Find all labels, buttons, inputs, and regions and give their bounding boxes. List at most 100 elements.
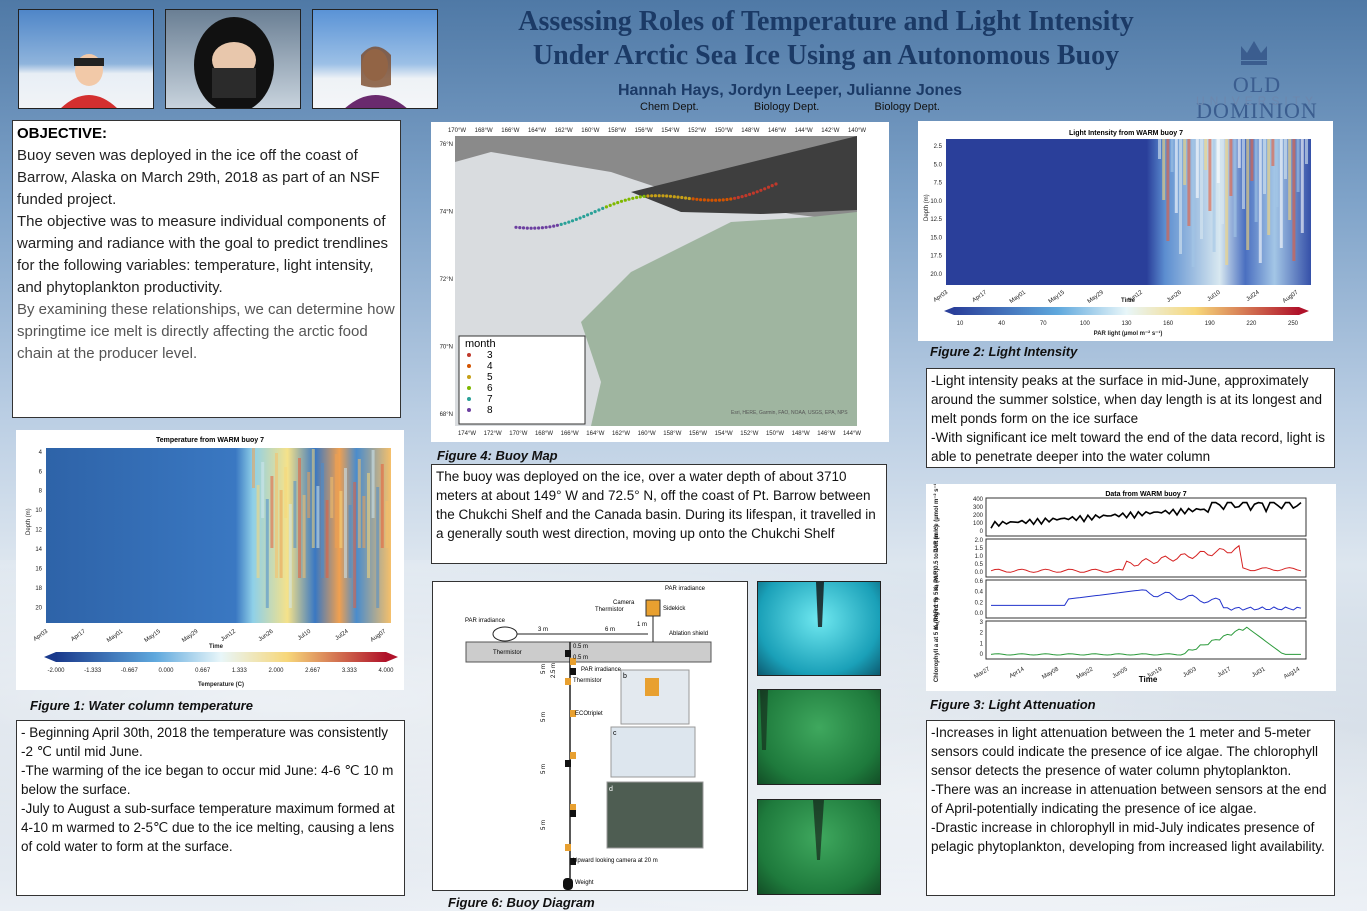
fig1-stripe-13 — [311, 449, 315, 548]
label-par-top: PAR irradiance — [665, 586, 706, 592]
fig2-ytick-3: 10.0 — [930, 199, 942, 205]
map-top-tick-2: 166°W — [501, 128, 519, 134]
label-camera20: Upward looking camera at 20 m — [573, 858, 658, 864]
fig2-stripe-31 — [1288, 139, 1292, 220]
map-top-tick-0: 170°W — [448, 128, 466, 134]
map-track-point-59 — [552, 224, 556, 228]
fig2-ytick-4: 12.5 — [930, 217, 942, 223]
label-ablation: Ablation shield — [669, 631, 708, 637]
map-left-tick-4: 68°N — [440, 412, 453, 418]
label-par-mid: PAR irradiance — [581, 667, 622, 673]
map-track-point-61 — [544, 225, 548, 229]
fig1-xtick-4: May29 — [181, 628, 200, 644]
fig1-stripe-4 — [270, 476, 274, 548]
map-credit: Esri, HERE, Garmin, FAO, NOAA, USGS, EPA… — [731, 410, 848, 416]
fig3-panel-1 — [985, 538, 1307, 578]
fig2-ytick-5: 15.0 — [930, 235, 942, 241]
buoy-schematic: PAR irradiance Thermistor 3 m 6 m Camera… — [465, 586, 712, 890]
map-track-point-21 — [695, 197, 699, 201]
fig2-stripe-17 — [1229, 139, 1233, 196]
map-bottom-tick-13: 148°W — [792, 431, 810, 437]
fig1-ytick-1: 6 — [39, 469, 43, 475]
map-track-point-30 — [661, 194, 665, 198]
fig1-stripe-5 — [275, 453, 278, 578]
buoy-sensor-5 — [570, 752, 576, 759]
map-legend-title: month — [465, 338, 496, 350]
map-top-tick-3: 164°W — [528, 128, 546, 134]
figure-2-plot: Light Intensity from WARM buoy 7 Depth (… — [918, 121, 1333, 341]
map-track-point-65 — [529, 226, 533, 230]
figure-3-plot: Data from WARM buoy 7 0 100 200 300 400 PAR i… — [926, 481, 1336, 691]
fig2-stripe-1 — [1162, 139, 1166, 200]
map-track-point-60 — [548, 225, 552, 229]
fig3-panel-1-ytick-3: 1.5 — [975, 546, 984, 552]
fig3-xtick-7: Jul17 — [1217, 666, 1233, 679]
label-thermistor-left: Thermistor — [493, 650, 522, 656]
fig2-ctick-1: 40 — [998, 321, 1005, 327]
fig2-ctick-2: 70 — [1040, 321, 1047, 327]
fig1-stripe-14 — [316, 486, 320, 548]
fig2-stripe-14 — [1216, 139, 1220, 183]
title-line-1: Assessing Roles of Temperature and Light… — [518, 6, 1134, 37]
fig2-stripe-27 — [1271, 139, 1275, 166]
map-bottom-tick-2: 170°W — [509, 431, 527, 437]
fig2-xtick-8: Jul24 — [1245, 289, 1261, 303]
fig1-ctick-7: 2.667 — [305, 668, 321, 674]
photo-c-label: c — [613, 730, 617, 737]
map-track-point-37 — [635, 195, 639, 200]
map-track-point-53 — [574, 217, 578, 221]
fig1-xtick-3: May15 — [144, 628, 163, 644]
fig2-ytick-6: 17.5 — [930, 254, 942, 260]
map-track-point-49 — [589, 211, 593, 215]
authors: Hannah Hays, Jordyn Leeper, Julianne Jon… — [617, 82, 963, 99]
map-track-point-38 — [631, 196, 635, 200]
fig2-stripe-34 — [1300, 139, 1304, 233]
map-top-tick-5: 160°W — [581, 128, 599, 134]
map-track-point-56 — [563, 221, 567, 225]
title-line-2: Under Arctic Sea Ice Using an Autonomous… — [532, 40, 1120, 71]
map-track-point-33 — [650, 194, 654, 198]
fig2-colorbar-label: PAR light (µmol m⁻² s⁻¹) — [1094, 330, 1163, 337]
map-track-point-5 — [755, 190, 759, 194]
map-bottom-tick-0: 174°W — [458, 431, 476, 437]
map-track-point-26 — [676, 195, 680, 199]
fig3-panel-2-ytick-1: 0.2 — [975, 600, 984, 606]
fig2-stripe-4 — [1174, 139, 1178, 213]
figure-6-diagram: PAR irradiance Thermistor 3 m 6 m Camera… — [432, 581, 748, 891]
map-track-point-67 — [521, 226, 526, 230]
dept-1: Chem Dept. — [640, 101, 699, 113]
fig2-stripe-0 — [1158, 139, 1161, 159]
label-5m-b: 5 m — [541, 712, 547, 722]
underwater-photo-3 — [757, 799, 881, 895]
fig2-stripe-20 — [1242, 139, 1245, 209]
person-1-icon — [61, 54, 117, 108]
fig2-stripe-28 — [1275, 139, 1279, 207]
fig1-stripe-27 — [376, 487, 380, 608]
photo-researcher-1 — [18, 9, 154, 109]
map-legend-marker-3 — [467, 386, 471, 390]
fig2-ctick-5: 160 — [1163, 321, 1174, 327]
map-track-point-23 — [687, 196, 691, 201]
fig3-panel-3-ylabel: Chlorophyll a at 5 m (mg m⁻³) — [933, 598, 940, 682]
fig3-panel-3 — [985, 620, 1307, 660]
par-sensor-left — [492, 626, 518, 642]
fig2-ylabel: Depth (m) — [924, 194, 930, 221]
map-top-tick-4: 162°W — [555, 128, 573, 134]
logo-subtitle: UNIVERSITY — [1195, 94, 1318, 108]
departments: Chem Dept. Biology Dept. Biology Dept. — [640, 101, 940, 113]
map-track-point-15 — [717, 198, 722, 202]
fig1-title: Temperature from WARM buoy 7 — [156, 437, 264, 444]
fig1-stripe-15 — [321, 463, 324, 578]
fig2-xtick-2: May01 — [1009, 289, 1028, 305]
map-top-tick-8: 154°W — [661, 128, 679, 134]
fig2-ctick-0: 10 — [957, 321, 964, 327]
photo-researcher-2 — [165, 9, 301, 109]
fig1-xtick-9: Aug07 — [370, 628, 388, 643]
fig1-stripe-11 — [302, 495, 306, 578]
fig1-ctick-5: 1.333 — [232, 668, 248, 674]
fig1-colorbar-label: Temperature (C) — [198, 682, 244, 688]
map-track-point-0 — [774, 182, 778, 186]
fig2-stripe-11 — [1204, 139, 1208, 170]
map-legend-item-5: 8 — [487, 405, 493, 416]
map-top-tick-7: 156°W — [635, 128, 653, 134]
